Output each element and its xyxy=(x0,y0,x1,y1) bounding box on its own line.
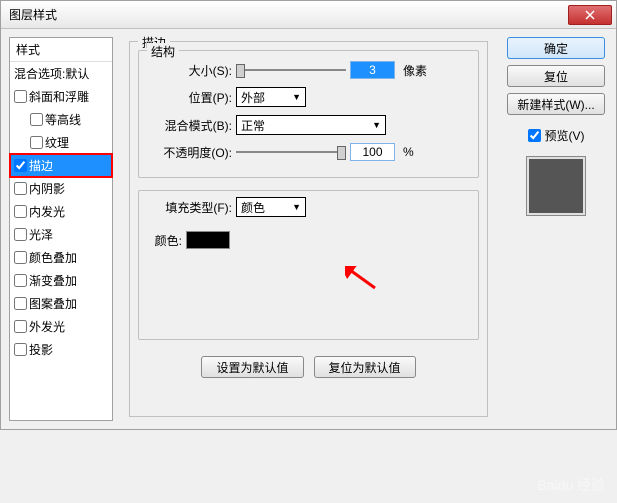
sidebar-checkbox[interactable] xyxy=(14,320,27,333)
close-icon xyxy=(585,10,595,20)
sidebar-checkbox[interactable] xyxy=(14,205,27,218)
size-row: 大小(S): 像素 xyxy=(147,61,470,79)
sidebar-item-4[interactable]: 内阴影 xyxy=(10,177,112,200)
sidebar-item-label: 外发光 xyxy=(29,318,65,335)
sidebar-item-label: 斜面和浮雕 xyxy=(29,88,89,105)
sidebar-header: 样式 xyxy=(10,38,112,62)
watermark: Baidu 经验 xyxy=(537,475,605,495)
sidebar-item-3[interactable]: 描边 xyxy=(10,154,112,177)
sidebar-checkbox[interactable] xyxy=(14,90,27,103)
sidebar-item-label: 图案叠加 xyxy=(29,295,77,312)
filltype-label: 填充类型(F): xyxy=(147,199,232,216)
defaults-row: 设置为默认值 复位为默认值 xyxy=(138,356,479,378)
sidebar-checkbox[interactable] xyxy=(14,159,27,172)
ok-button[interactable]: 确定 xyxy=(507,37,605,59)
sidebar-item-label: 内发光 xyxy=(29,203,65,220)
sidebar-item-label: 光泽 xyxy=(29,226,53,243)
color-swatch[interactable] xyxy=(186,231,230,249)
set-default-button[interactable]: 设置为默认值 xyxy=(201,356,303,378)
color-label: 颜色: xyxy=(147,232,182,249)
sidebar-checkbox[interactable] xyxy=(14,182,27,195)
sidebar-checkbox[interactable] xyxy=(14,343,27,356)
preview-checkbox-row[interactable]: 预览(V) xyxy=(528,127,585,144)
sidebar-checkbox[interactable] xyxy=(14,274,27,287)
sidebar-item-label: 渐变叠加 xyxy=(29,272,77,289)
opacity-input[interactable] xyxy=(350,143,395,161)
sidebar-item-9[interactable]: 图案叠加 xyxy=(10,292,112,315)
sidebar-checkbox[interactable] xyxy=(30,136,43,149)
sidebar-blend-options[interactable]: 混合选项:默认 xyxy=(10,62,112,85)
sidebar-checkbox[interactable] xyxy=(14,228,27,241)
layer-style-dialog: 图层样式 样式 混合选项:默认 斜面和浮雕等高线纹理描边内阴影内发光光泽颜色叠加… xyxy=(0,0,617,430)
sidebar-item-label: 纹理 xyxy=(45,134,69,151)
filltype-row: 填充类型(F): 颜色 ▼ xyxy=(147,197,470,217)
opacity-label: 不透明度(O): xyxy=(147,144,232,161)
blendmode-value: 正常 xyxy=(241,117,265,134)
sidebar-item-label: 描边 xyxy=(29,157,53,174)
sidebar-item-label: 混合选项:默认 xyxy=(14,65,89,82)
sidebar-item-10[interactable]: 外发光 xyxy=(10,315,112,338)
dialog-title: 图层样式 xyxy=(9,6,57,23)
sidebar-item-0[interactable]: 斜面和浮雕 xyxy=(10,85,112,108)
reset-button[interactable]: 复位 xyxy=(507,65,605,87)
style-sidebar: 样式 混合选项:默认 斜面和浮雕等高线纹理描边内阴影内发光光泽颜色叠加渐变叠加图… xyxy=(9,37,113,421)
blendmode-select[interactable]: 正常 ▼ xyxy=(236,115,386,135)
sidebar-item-label: 投影 xyxy=(29,341,53,358)
size-slider[interactable] xyxy=(236,62,346,78)
position-select[interactable]: 外部 ▼ xyxy=(236,87,306,107)
sidebar-item-6[interactable]: 光泽 xyxy=(10,223,112,246)
opacity-row: 不透明度(O): % xyxy=(147,143,470,161)
structure-title: 结构 xyxy=(147,43,179,60)
sidebar-item-11[interactable]: 投影 xyxy=(10,338,112,361)
sidebar-item-5[interactable]: 内发光 xyxy=(10,200,112,223)
sidebar-item-7[interactable]: 颜色叠加 xyxy=(10,246,112,269)
sidebar-item-label: 内阴影 xyxy=(29,180,65,197)
sidebar-checkbox[interactable] xyxy=(14,297,27,310)
position-label: 位置(P): xyxy=(147,89,232,106)
fill-group: 填充类型(F): 颜色 ▼ 颜色: xyxy=(138,190,479,340)
sidebar-checkbox[interactable] xyxy=(30,113,43,126)
blendmode-label: 混合模式(B): xyxy=(147,117,232,134)
opacity-slider[interactable] xyxy=(236,144,346,160)
main-panel: 描边 结构 大小(S): 像素 位置(P): 外部 xyxy=(121,37,496,421)
preview-label: 预览(V) xyxy=(545,127,585,144)
sidebar-item-1[interactable]: 等高线 xyxy=(10,108,112,131)
sidebar-checkbox[interactable] xyxy=(14,251,27,264)
right-panel: 确定 复位 新建样式(W)... 预览(V) xyxy=(504,37,608,421)
opacity-unit: % xyxy=(403,145,414,159)
size-input[interactable] xyxy=(350,61,395,79)
structure-group: 结构 大小(S): 像素 位置(P): 外部 ▼ xyxy=(138,50,479,178)
sidebar-item-2[interactable]: 纹理 xyxy=(10,131,112,154)
sidebar-item-8[interactable]: 渐变叠加 xyxy=(10,269,112,292)
chevron-down-icon: ▼ xyxy=(292,92,301,102)
blendmode-row: 混合模式(B): 正常 ▼ xyxy=(147,115,470,135)
reset-default-button[interactable]: 复位为默认值 xyxy=(314,356,416,378)
preview-swatch xyxy=(526,156,586,216)
new-style-button[interactable]: 新建样式(W)... xyxy=(507,93,605,115)
size-unit: 像素 xyxy=(403,62,427,79)
color-row: 颜色: xyxy=(147,231,470,249)
position-value: 外部 xyxy=(241,89,265,106)
chevron-down-icon: ▼ xyxy=(372,120,381,130)
filltype-select[interactable]: 颜色 ▼ xyxy=(236,197,306,217)
chevron-down-icon: ▼ xyxy=(292,202,301,212)
sidebar-item-label: 等高线 xyxy=(45,111,81,128)
stroke-group: 描边 结构 大小(S): 像素 位置(P): 外部 xyxy=(129,41,488,417)
size-label: 大小(S): xyxy=(147,62,232,79)
preview-checkbox[interactable] xyxy=(528,129,541,142)
position-row: 位置(P): 外部 ▼ xyxy=(147,87,470,107)
filltype-value: 颜色 xyxy=(241,199,265,216)
dialog-content: 样式 混合选项:默认 斜面和浮雕等高线纹理描边内阴影内发光光泽颜色叠加渐变叠加图… xyxy=(1,29,616,429)
titlebar: 图层样式 xyxy=(1,1,616,29)
sidebar-item-label: 颜色叠加 xyxy=(29,249,77,266)
close-button[interactable] xyxy=(568,5,612,25)
